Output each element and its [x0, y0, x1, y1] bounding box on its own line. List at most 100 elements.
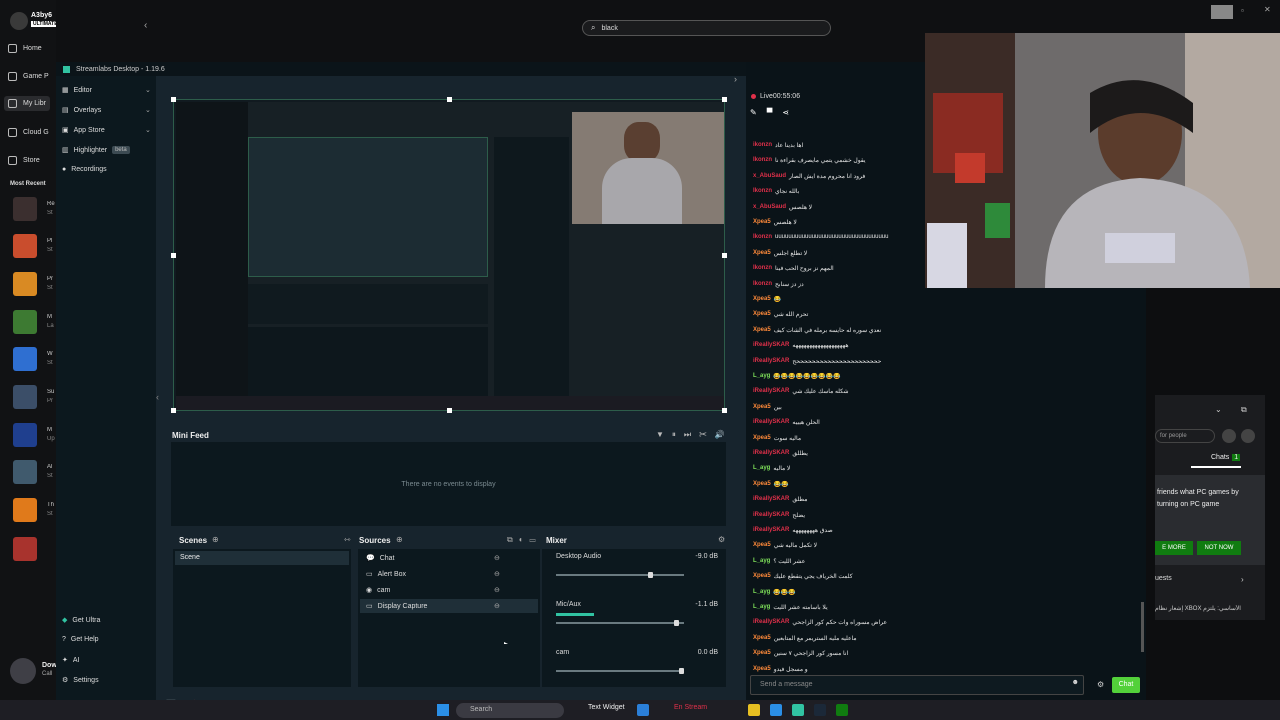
avatar[interactable] [10, 12, 28, 30]
xbox-icon[interactable] [836, 704, 848, 716]
chat-username[interactable]: iReallySKAR [753, 619, 789, 626]
chat-username[interactable]: ikonzn [753, 142, 772, 149]
chat-username[interactable]: L_ayg [753, 589, 770, 596]
chats-tab[interactable]: Chats 1 [1211, 454, 1241, 461]
chat-username[interactable]: L_ayg [753, 373, 770, 380]
chat-username[interactable]: Ikonzn [753, 281, 772, 288]
scene-transition-icon[interactable]: ⇿ [344, 535, 351, 544]
chat-username[interactable]: iReallySKAR [753, 342, 789, 349]
volume-slider[interactable] [556, 668, 684, 674]
slider-knob[interactable] [679, 668, 684, 674]
search-input[interactable]: ⌕ black [582, 20, 831, 36]
source-row-cam[interactable]: ◉ cam ⊖ [366, 586, 500, 595]
see-more-button[interactable]: E MORE [1155, 541, 1193, 555]
streamlabs-taskbar-icon[interactable] [792, 704, 804, 716]
resize-handle[interactable] [722, 408, 727, 413]
chat-username[interactable]: L_ayg [753, 465, 770, 472]
nav-settings[interactable]: ⚙ Settings [62, 676, 99, 685]
maximize-icon[interactable]: ▫ [1241, 6, 1244, 15]
volume-slider[interactable] [556, 620, 684, 626]
chat-username[interactable]: x_AbuSaud [753, 173, 786, 180]
slider-knob[interactable] [674, 620, 680, 626]
source-row-display-capture[interactable]: ▭ Display Capture ⊖ [366, 602, 500, 611]
game-tile[interactable] [13, 537, 37, 561]
add-source-icon[interactable]: ⊕ [396, 535, 403, 544]
resize-handle[interactable] [722, 97, 727, 102]
resize-handle[interactable] [171, 408, 176, 413]
game-tile[interactable] [13, 423, 37, 447]
xbox-nav-cloud[interactable]: Cloud G [8, 128, 49, 137]
game-tile[interactable] [13, 272, 37, 296]
chat-username[interactable]: iReallySKAR [753, 388, 789, 395]
not-now-button[interactable]: NOT NOW [1197, 541, 1241, 555]
nav-recordings[interactable]: ● Recordings [62, 166, 107, 173]
chat-username[interactable]: iReallySKAR [753, 496, 789, 503]
taskbar-live[interactable]: En Stream [674, 704, 707, 711]
xbox-nav-library[interactable]: My Libr [4, 96, 50, 111]
chevron-down-icon[interactable]: ⌄ [1215, 405, 1222, 414]
more-icon[interactable] [1241, 429, 1255, 443]
store-app-icon[interactable] [770, 704, 782, 716]
people-search-input[interactable]: for people [1155, 429, 1215, 443]
xbox-nav-store[interactable]: Store [8, 156, 40, 165]
chat-username[interactable]: Xpea5 [753, 296, 771, 303]
windows-start-icon[interactable] [437, 704, 449, 716]
chat-username[interactable]: Ikonzn [753, 265, 772, 272]
nav-app-store[interactable]: ▣ App Store ⌄ [62, 126, 151, 135]
chat-username[interactable]: Xpea5 [753, 250, 771, 257]
chat-tools[interactable]: ✎▀⋖ [750, 108, 799, 117]
chat-username[interactable]: L_ayg [753, 604, 770, 611]
game-tile[interactable] [13, 347, 37, 371]
slider-knob[interactable] [648, 572, 654, 578]
edge-icon[interactable] [637, 704, 649, 716]
friend-avatar[interactable] [10, 658, 36, 684]
lock-icon[interactable]: ⊖ [494, 554, 500, 562]
feed-controls[interactable]: ▼⏸⏭✂🔊 [656, 430, 733, 440]
emote-icon[interactable]: ☻ [1072, 679, 1079, 686]
chat-username[interactable]: Ikonzn [753, 234, 772, 240]
chrome-icon[interactable] [748, 704, 760, 716]
xbox-nav-home[interactable]: Home [8, 44, 42, 53]
chat-username[interactable]: Xpea5 [753, 650, 771, 657]
requests-label[interactable]: uests [1155, 575, 1172, 582]
game-tile[interactable] [13, 498, 37, 522]
chat-username[interactable]: x_AbuSaud [753, 204, 786, 211]
popout-icon[interactable]: ⧉ [1241, 405, 1247, 415]
chat-username[interactable]: Xpea5 [753, 311, 771, 318]
game-tile[interactable] [13, 460, 37, 484]
steam-icon[interactable] [814, 704, 826, 716]
back-chevron-icon[interactable]: ‹ [144, 20, 147, 31]
lock-icon[interactable]: ⊖ [494, 602, 500, 610]
nav-get-help[interactable]: ? Get Help [62, 636, 99, 643]
lock-icon[interactable]: ⊖ [494, 570, 500, 578]
minimize-button[interactable] [1211, 5, 1233, 19]
chat-username[interactable]: Xpea5 [753, 404, 771, 411]
chat-username[interactable]: iReallySKAR [753, 358, 789, 365]
chat-username[interactable]: Xpea5 [753, 635, 771, 642]
nav-ai[interactable]: ✦ AI [62, 656, 80, 665]
stream-preview[interactable] [171, 97, 727, 413]
chat-username[interactable]: Xpea5 [753, 219, 771, 226]
add-friend-icon[interactable] [1222, 429, 1236, 443]
send-message-input[interactable]: Send a message ☻ [750, 675, 1084, 695]
resize-handle[interactable] [447, 97, 452, 102]
taskbar-search[interactable]: Search [456, 703, 564, 718]
game-tile[interactable] [13, 234, 37, 258]
nav-highlighter[interactable]: ▥ Highlighter beta [62, 146, 130, 154]
scene-item[interactable]: Scene [175, 551, 349, 565]
taskbar-widget[interactable]: Text Widget [588, 704, 625, 711]
resize-handle[interactable] [171, 97, 176, 102]
chat-username[interactable]: iReallySKAR [753, 419, 789, 426]
resize-handle[interactable] [447, 408, 452, 413]
nav-get-ultra[interactable]: ◆ Get Ultra [62, 616, 100, 625]
add-scene-icon[interactable]: ⊕ [212, 535, 219, 544]
chat-settings-icon[interactable]: ⚙ [1097, 680, 1104, 689]
chat-username[interactable]: L_ayg [753, 558, 770, 565]
resize-handle[interactable] [722, 253, 727, 258]
chat-username[interactable]: iReallySKAR [753, 450, 789, 457]
game-tile[interactable] [13, 385, 37, 409]
chat-username[interactable]: Xpea5 [753, 666, 771, 673]
chat-username[interactable]: Xpea5 [753, 327, 771, 334]
chat-send-button[interactable]: Chat [1112, 677, 1140, 693]
resize-handle[interactable] [171, 253, 176, 258]
